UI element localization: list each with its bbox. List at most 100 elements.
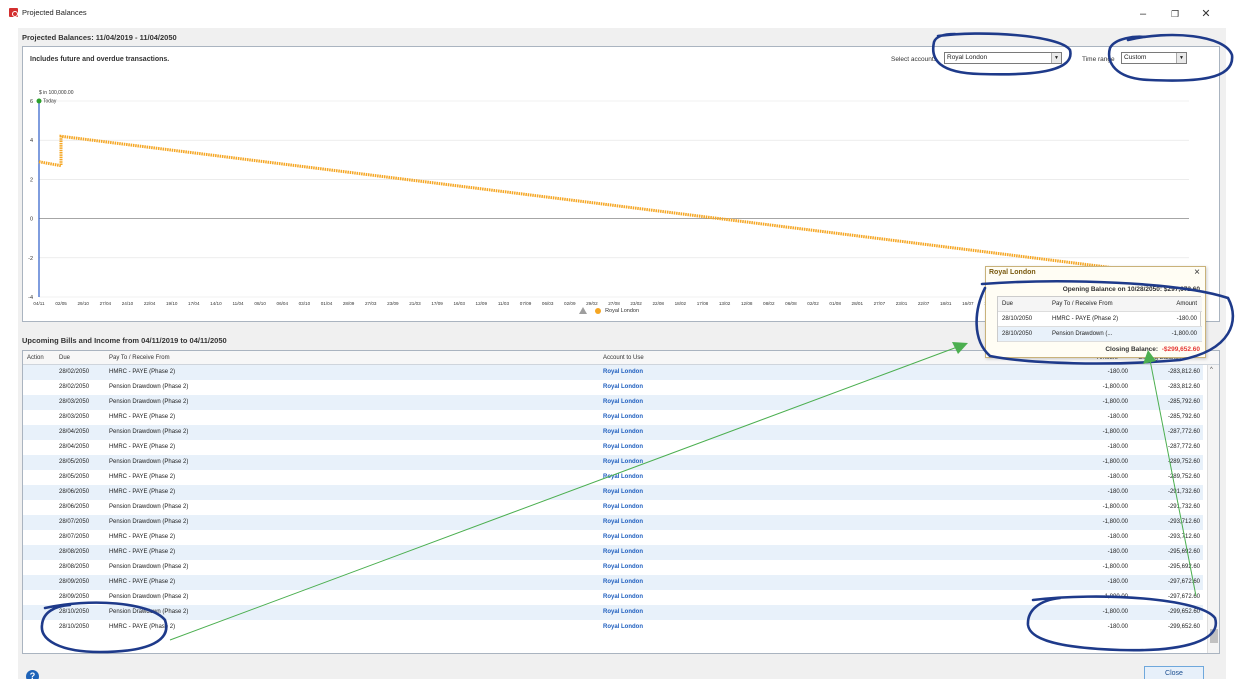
column-header-action[interactable]: Action <box>27 355 44 361</box>
row-account[interactable]: Royal London <box>603 440 643 455</box>
row-payee: HMRC - PAYE (Phase 2) <box>109 624 176 630</box>
row-amount: -1,800.00 <box>1102 459 1128 465</box>
column-header-due[interactable]: Due <box>59 355 70 361</box>
bills-table: Action Due Pay To / Receive From Account… <box>22 350 1220 654</box>
row-payee: HMRC - PAYE (Phase 2) <box>109 534 176 540</box>
row-account[interactable]: Royal London <box>603 590 643 605</box>
table-row[interactable]: 28/02/2050 HMRC - PAYE (Phase 2) Royal Lon… <box>23 365 1203 380</box>
maximize-button[interactable]: ❐ <box>1163 6 1187 22</box>
row-closing-balance: -299,652.60 <box>1167 609 1200 615</box>
table-row[interactable]: 28/09/2050 Pension Drawdown (Phase 2) Roya… <box>23 590 1203 605</box>
row-closing-balance: -289,752.60 <box>1167 459 1200 465</box>
bills-title: Upcoming Bills and Income from 04/11/201… <box>22 336 227 345</box>
row-payee: HMRC - PAYE (Phase 2) <box>109 579 176 585</box>
table-row[interactable]: 28/07/2050 HMRC - PAYE (Phase 2) Royal Lon… <box>23 530 1203 545</box>
column-header-payee[interactable]: Pay To / Receive From <box>109 355 170 361</box>
row-payee: HMRC - PAYE (Phase 2) <box>109 474 176 480</box>
table-row[interactable]: 28/10/2050 Pension Drawdown (Phase 2) Roya… <box>23 605 1203 620</box>
account-select[interactable]: Royal London ▼ <box>944 52 1062 64</box>
close-window-button[interactable]: ✕ <box>1194 6 1218 22</box>
time-range-select[interactable]: Custom ▼ <box>1121 52 1187 64</box>
row-payee: Pension Drawdown (Phase 2) <box>109 384 189 390</box>
x-tick-label: 03/10 <box>299 301 311 306</box>
table-row[interactable]: 28/03/2050 HMRC - PAYE (Phase 2) Royal Lon… <box>23 410 1203 425</box>
table-row[interactable]: 28/04/2050 Pension Drawdown (Phase 2) Roya… <box>23 425 1203 440</box>
x-tick-label: 01/04 <box>321 301 333 306</box>
row-account[interactable]: Royal London <box>603 410 643 425</box>
help-icon[interactable]: ? <box>26 670 39 679</box>
row-due: 28/06/2050 <box>59 489 90 495</box>
row-account[interactable]: Royal London <box>603 560 643 575</box>
row-amount: -180.00 <box>1107 414 1128 420</box>
row-account[interactable]: Royal London <box>603 485 643 500</box>
table-row[interactable]: 28/06/2050 Pension Drawdown (Phase 2) Roya… <box>23 500 1203 515</box>
row-amount: -180.00 <box>1107 624 1128 630</box>
row-amount: -180.00 <box>1107 369 1128 375</box>
x-tick-label: 29/02 <box>586 301 598 306</box>
x-tick-label: 02/09 <box>564 301 576 306</box>
table-row[interactable]: 28/08/2050 HMRC - PAYE (Phase 2) Royal Lon… <box>23 545 1203 560</box>
x-tick-label: 11/04 <box>232 301 244 306</box>
row-due: 28/05/2050 <box>59 474 90 480</box>
row-account[interactable]: Royal London <box>603 455 643 470</box>
row-account[interactable]: Royal London <box>603 380 643 395</box>
row-account[interactable]: Royal London <box>603 395 643 410</box>
close-icon[interactable]: × <box>1194 267 1200 278</box>
x-tick-label: 27/04 <box>100 301 112 306</box>
table-row[interactable]: 28/03/2050 Pension Drawdown (Phase 2) Roya… <box>23 395 1203 410</box>
table-row[interactable]: 28/04/2050 HMRC - PAYE (Phase 2) Royal Lon… <box>23 440 1203 455</box>
x-tick-label: 06/03 <box>542 301 554 306</box>
row-account[interactable]: Royal London <box>603 470 643 485</box>
row-account[interactable]: Royal London <box>603 575 643 590</box>
row-amount: -180.00 <box>1107 534 1128 540</box>
y-tick-label: -4 <box>28 295 33 301</box>
row-amount: -1,800.00 <box>1102 399 1128 405</box>
tooltip-amount: -180.00 <box>1176 316 1197 322</box>
tooltip-closing-balance: Closing Balance: -$299,652.60 <box>1105 346 1200 353</box>
x-tick-label: 17/08 <box>697 301 709 306</box>
row-amount: -180.00 <box>1107 579 1128 585</box>
row-account[interactable]: Royal London <box>603 605 643 620</box>
row-due: 28/06/2050 <box>59 504 90 510</box>
row-account[interactable]: Royal London <box>603 515 643 530</box>
table-row[interactable]: 28/05/2050 Pension Drawdown (Phase 2) Roya… <box>23 455 1203 470</box>
tooltip-payee: HMRC - PAYE (Phase 2) <box>1052 316 1119 322</box>
table-row[interactable]: 28/07/2050 Pension Drawdown (Phase 2) Roya… <box>23 515 1203 530</box>
row-amount: -180.00 <box>1107 474 1128 480</box>
row-account[interactable]: Royal London <box>603 620 643 635</box>
chevron-down-icon[interactable]: ▼ <box>1051 53 1061 63</box>
table-row[interactable]: 28/09/2050 HMRC - PAYE (Phase 2) Royal Lon… <box>23 575 1203 590</box>
row-account[interactable]: Royal London <box>603 530 643 545</box>
close-button[interactable]: Close <box>1144 666 1204 679</box>
column-header-account[interactable]: Account to Use <box>603 355 644 361</box>
x-tick-label: 06/04 <box>277 301 289 306</box>
table-row[interactable]: 28/02/2050 Pension Drawdown (Phase 2) Roya… <box>23 380 1203 395</box>
tooltip-col-payee: Pay To / Receive From <box>1052 301 1113 307</box>
x-tick-label: 29/10 <box>77 301 89 306</box>
x-tick-label: 08/10 <box>254 301 266 306</box>
chevron-up-icon[interactable]: ^ <box>1210 367 1213 373</box>
row-account[interactable]: Royal London <box>603 365 643 380</box>
table-row[interactable]: 28/08/2050 Pension Drawdown (Phase 2) Roya… <box>23 560 1203 575</box>
table-row[interactable]: 28/06/2050 HMRC - PAYE (Phase 2) Royal Lon… <box>23 485 1203 500</box>
table-row[interactable]: 28/10/2050 HMRC - PAYE (Phase 2) Royal Lon… <box>23 620 1203 635</box>
row-account[interactable]: Royal London <box>603 545 643 560</box>
vertical-scrollbar[interactable]: ^ <box>1207 365 1219 653</box>
row-payee: HMRC - PAYE (Phase 2) <box>109 444 176 450</box>
row-account[interactable]: Royal London <box>603 425 643 440</box>
x-tick-label: 27/08 <box>608 301 620 306</box>
scroll-thumb[interactable] <box>1210 629 1218 643</box>
chevron-down-icon[interactable]: ▼ <box>1176 53 1186 63</box>
row-payee: Pension Drawdown (Phase 2) <box>109 519 189 525</box>
row-due: 28/09/2050 <box>59 579 90 585</box>
row-due: 28/09/2050 <box>59 594 90 600</box>
x-tick-label: 08/02 <box>763 301 775 306</box>
table-body: 28/02/2050 HMRC - PAYE (Phase 2) Royal Lon… <box>23 365 1209 653</box>
x-tick-label: 16/07 <box>962 301 974 306</box>
warning-icon <box>579 307 587 314</box>
minimize-button[interactable]: – <box>1131 6 1155 22</box>
table-row[interactable]: 28/05/2050 HMRC - PAYE (Phase 2) Royal Lon… <box>23 470 1203 485</box>
tooltip-due: 28/10/2050 <box>1002 331 1033 337</box>
row-payee: Pension Drawdown (Phase 2) <box>109 459 189 465</box>
row-account[interactable]: Royal London <box>603 500 643 515</box>
